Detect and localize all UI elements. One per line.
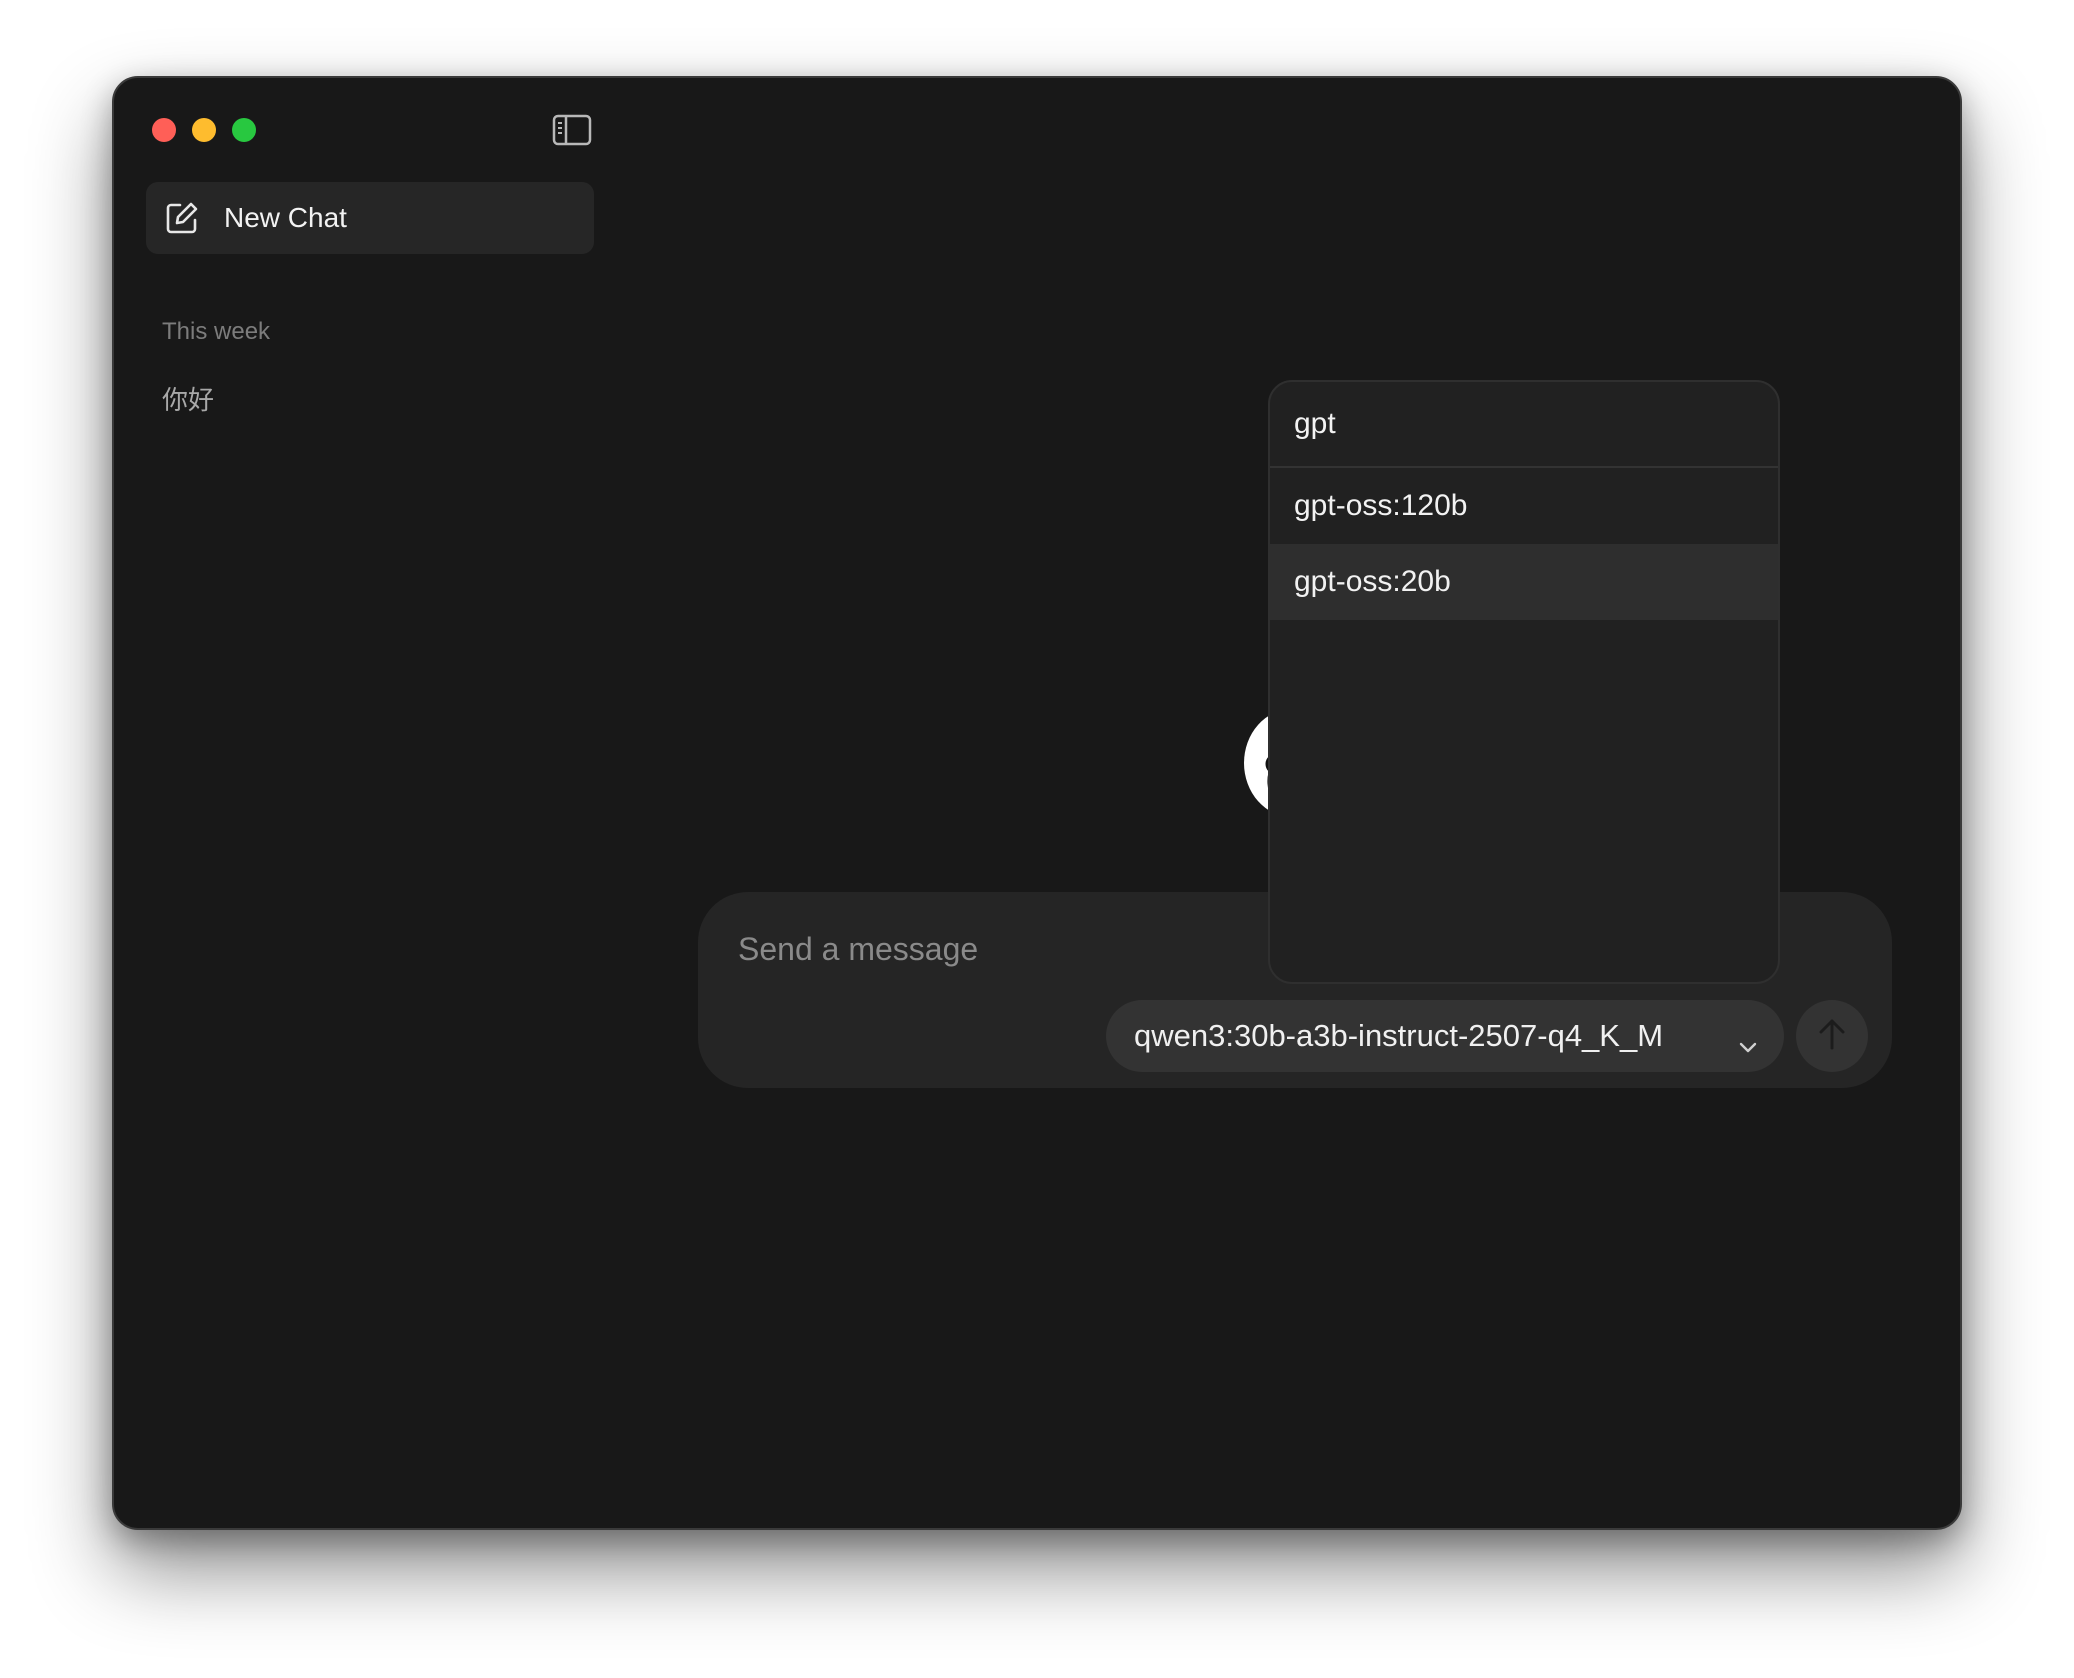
sidebar-chat-item[interactable]: 你好 [162, 380, 214, 417]
minimize-window-button[interactable] [192, 118, 216, 142]
window-controls [152, 118, 256, 142]
model-select-button[interactable]: qwen3:30b-a3b-instruct-2507-q4_K_M [1106, 1000, 1784, 1072]
new-chat-label: New Chat [224, 202, 347, 233]
app-window: New Chat This week 你好 qwen3:30b-a3b-inst… [112, 76, 1962, 1530]
new-chat-button[interactable]: New Chat [146, 182, 594, 254]
section-label-this-week: This week [162, 318, 271, 345]
close-window-button[interactable] [152, 118, 176, 142]
maximize-window-button[interactable] [232, 118, 256, 142]
selected-model-label: qwen3:30b-a3b-instruct-2507-q4_K_M [1134, 1018, 1664, 1053]
arrow-up-icon [1817, 1017, 1847, 1056]
sidebar-toggle-icon[interactable] [552, 114, 592, 146]
compose-icon [164, 200, 200, 236]
chevron-down-icon [1738, 1027, 1758, 1053]
model-dropdown: gpt-oss:120b gpt-oss:20b [1268, 380, 1780, 984]
message-input[interactable] [738, 924, 1258, 974]
send-button[interactable] [1796, 1000, 1868, 1072]
model-option[interactable]: gpt-oss:120b [1270, 468, 1778, 544]
model-option[interactable]: gpt-oss:20b [1270, 544, 1778, 620]
model-search-input[interactable] [1270, 382, 1778, 468]
